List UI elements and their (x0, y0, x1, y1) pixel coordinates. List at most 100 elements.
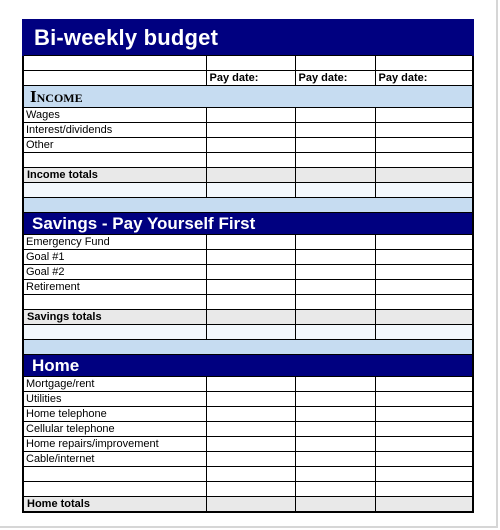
pay-date-header-row: Pay date: Pay date: Pay date: (22, 70, 474, 86)
amount-cell[interactable] (294, 152, 376, 168)
amount-cell[interactable] (205, 152, 296, 168)
amount-cell[interactable] (294, 466, 376, 482)
row-label[interactable]: Home repairs/improvement (22, 436, 207, 452)
amount-cell[interactable] (294, 107, 376, 123)
row-label[interactable] (22, 481, 207, 497)
amount-cell[interactable] (374, 421, 474, 437)
row-label[interactable]: Wages (22, 107, 207, 123)
amount-cell[interactable] (205, 391, 296, 407)
amount-cell[interactable] (205, 421, 296, 437)
amount-cell[interactable] (374, 376, 474, 392)
amount-cell[interactable] (374, 406, 474, 422)
amount-cell[interactable] (374, 294, 474, 310)
row-label[interactable]: Goal #1 (22, 249, 207, 265)
amount-cell[interactable] (205, 466, 296, 482)
amount-cell[interactable] (294, 406, 376, 422)
row-label[interactable]: Utilities (22, 391, 207, 407)
amount-cell[interactable] (374, 436, 474, 452)
amount-cell[interactable] (374, 279, 474, 295)
amount-cell[interactable] (205, 137, 296, 153)
amount-cell[interactable] (294, 122, 376, 138)
amount-cell[interactable] (374, 152, 474, 168)
row-label[interactable]: Emergency Fund (22, 234, 207, 250)
row-label[interactable]: Home telephone (22, 406, 207, 422)
amount-cell[interactable] (205, 406, 296, 422)
totals-amount-cell[interactable] (294, 309, 376, 325)
totals-amount-cell[interactable] (374, 309, 474, 325)
amount-cell[interactable] (294, 481, 376, 497)
amount-cell[interactable] (205, 451, 296, 467)
totals-amount-cell[interactable] (294, 496, 376, 513)
amount-cell[interactable] (205, 376, 296, 392)
blank-cell[interactable] (22, 324, 207, 340)
section-header-income: Income (23, 85, 473, 108)
amount-cell[interactable] (205, 436, 296, 452)
totals-amount-cell[interactable] (205, 309, 296, 325)
amount-cell[interactable] (294, 264, 376, 280)
amount-cell[interactable] (205, 249, 296, 265)
amount-cell[interactable] (294, 249, 376, 265)
row-label[interactable]: Mortgage/rent (22, 376, 207, 392)
amount-cell[interactable] (205, 279, 296, 295)
pay-date-header-1[interactable]: Pay date: (205, 70, 296, 86)
amount-cell[interactable] (294, 137, 376, 153)
column-label-header (22, 70, 207, 86)
blank-cell[interactable] (205, 55, 296, 71)
blank-cell[interactable] (374, 324, 474, 340)
totals-amount-cell[interactable] (205, 167, 296, 183)
table-row: Mortgage/rent (22, 376, 474, 392)
amount-cell[interactable] (374, 234, 474, 250)
amount-cell[interactable] (374, 122, 474, 138)
section-gap-row (23, 197, 473, 213)
row-label[interactable]: Cellular telephone (22, 421, 207, 437)
blank-cell[interactable] (22, 182, 207, 198)
amount-cell[interactable] (374, 466, 474, 482)
row-label[interactable]: Cable/internet (22, 451, 207, 467)
amount-cell[interactable] (294, 391, 376, 407)
row-label[interactable] (22, 466, 207, 482)
amount-cell[interactable] (374, 264, 474, 280)
blank-cell[interactable] (294, 182, 376, 198)
row-label[interactable]: Retirement (22, 279, 207, 295)
blank-cell[interactable] (22, 55, 207, 71)
amount-cell[interactable] (205, 481, 296, 497)
amount-cell[interactable] (374, 481, 474, 497)
blank-cell[interactable] (374, 55, 474, 71)
amount-cell[interactable] (294, 234, 376, 250)
pay-date-header-3[interactable]: Pay date: (374, 70, 474, 86)
row-label[interactable]: Interest/dividends (22, 122, 207, 138)
amount-cell[interactable] (205, 264, 296, 280)
table-row (22, 294, 474, 310)
amount-cell[interactable] (205, 294, 296, 310)
totals-amount-cell[interactable] (374, 167, 474, 183)
blank-cell[interactable] (374, 182, 474, 198)
amount-cell[interactable] (205, 234, 296, 250)
amount-cell[interactable] (294, 451, 376, 467)
blank-cell[interactable] (294, 324, 376, 340)
blank-cell[interactable] (205, 182, 296, 198)
blank-cell[interactable] (294, 55, 376, 71)
totals-amount-cell[interactable] (205, 496, 296, 513)
amount-cell[interactable] (294, 421, 376, 437)
row-label[interactable]: Other (22, 137, 207, 153)
pay-date-header-2[interactable]: Pay date: (294, 70, 376, 86)
amount-cell[interactable] (294, 436, 376, 452)
totals-amount-cell[interactable] (294, 167, 376, 183)
amount-cell[interactable] (205, 122, 296, 138)
header-blank-row (22, 55, 474, 71)
amount-cell[interactable] (374, 391, 474, 407)
blank-cell[interactable] (205, 324, 296, 340)
amount-cell[interactable] (205, 107, 296, 123)
amount-cell[interactable] (374, 107, 474, 123)
amount-cell[interactable] (374, 451, 474, 467)
amount-cell[interactable] (294, 279, 376, 295)
totals-amount-cell[interactable] (374, 496, 474, 513)
row-label[interactable] (22, 294, 207, 310)
totals-row-income: Income totals (22, 167, 474, 183)
row-label[interactable] (22, 152, 207, 168)
row-label[interactable]: Goal #2 (22, 264, 207, 280)
amount-cell[interactable] (374, 137, 474, 153)
amount-cell[interactable] (374, 249, 474, 265)
amount-cell[interactable] (294, 294, 376, 310)
amount-cell[interactable] (294, 376, 376, 392)
